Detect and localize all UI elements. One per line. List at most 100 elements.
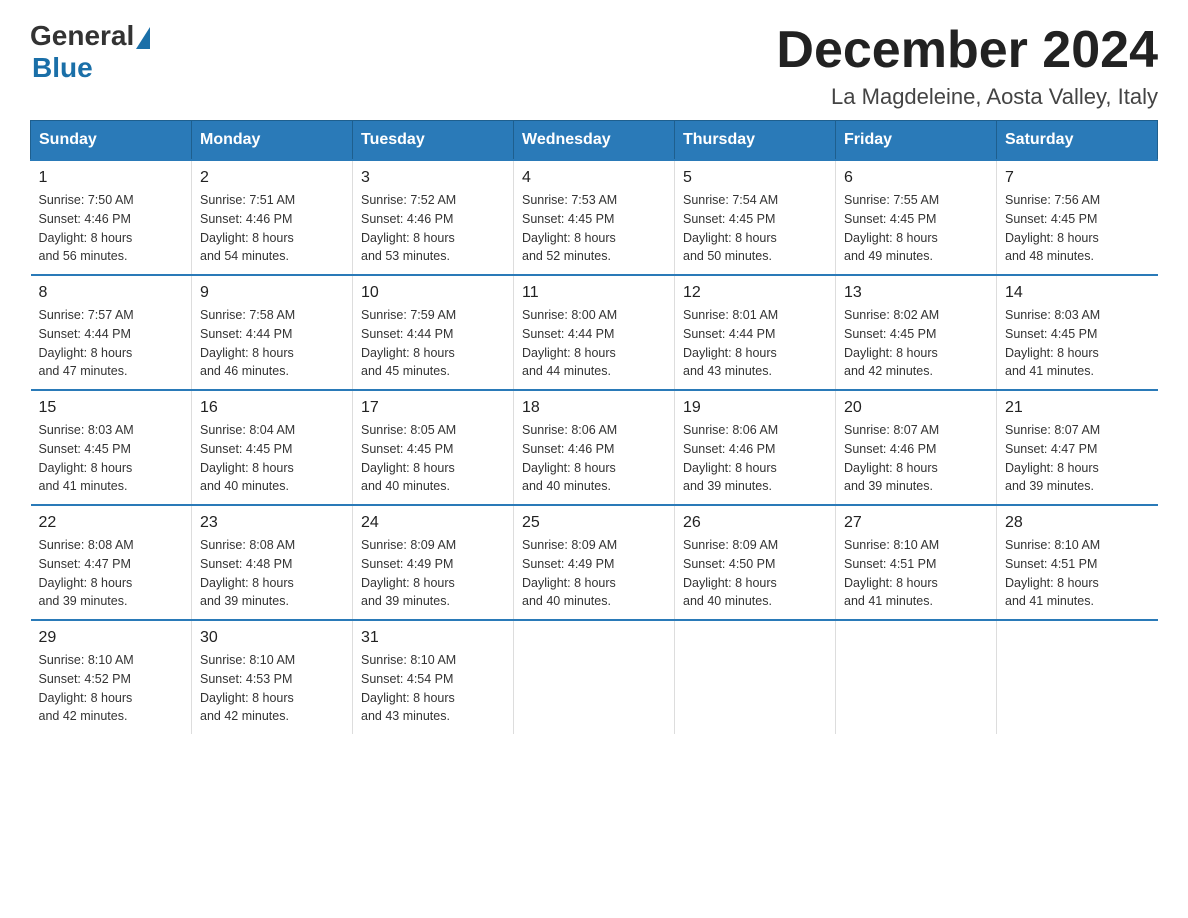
day-info: Sunrise: 8:09 AM Sunset: 4:49 PM Dayligh… <box>361 536 505 611</box>
day-info: Sunrise: 7:54 AM Sunset: 4:45 PM Dayligh… <box>683 191 827 266</box>
day-info: Sunrise: 8:10 AM Sunset: 4:54 PM Dayligh… <box>361 651 505 726</box>
day-number: 22 <box>39 514 184 532</box>
calendar-cell: 11 Sunrise: 8:00 AM Sunset: 4:44 PM Dayl… <box>514 275 675 390</box>
calendar-cell: 21 Sunrise: 8:07 AM Sunset: 4:47 PM Dayl… <box>997 390 1158 505</box>
calendar-cell: 8 Sunrise: 7:57 AM Sunset: 4:44 PM Dayli… <box>31 275 192 390</box>
calendar-cell: 12 Sunrise: 8:01 AM Sunset: 4:44 PM Dayl… <box>675 275 836 390</box>
day-number: 11 <box>522 284 666 302</box>
calendar-cell: 28 Sunrise: 8:10 AM Sunset: 4:51 PM Dayl… <box>997 505 1158 620</box>
calendar-cell: 13 Sunrise: 8:02 AM Sunset: 4:45 PM Dayl… <box>836 275 997 390</box>
calendar-cell: 19 Sunrise: 8:06 AM Sunset: 4:46 PM Dayl… <box>675 390 836 505</box>
calendar-cell: 30 Sunrise: 8:10 AM Sunset: 4:53 PM Dayl… <box>192 620 353 734</box>
calendar-header-row: SundayMondayTuesdayWednesdayThursdayFrid… <box>31 121 1158 161</box>
day-info: Sunrise: 7:58 AM Sunset: 4:44 PM Dayligh… <box>200 306 344 381</box>
header-monday: Monday <box>192 121 353 161</box>
day-info: Sunrise: 7:51 AM Sunset: 4:46 PM Dayligh… <box>200 191 344 266</box>
day-info: Sunrise: 8:10 AM Sunset: 4:52 PM Dayligh… <box>39 651 184 726</box>
calendar-cell: 16 Sunrise: 8:04 AM Sunset: 4:45 PM Dayl… <box>192 390 353 505</box>
calendar-cell: 7 Sunrise: 7:56 AM Sunset: 4:45 PM Dayli… <box>997 160 1158 275</box>
calendar-cell: 27 Sunrise: 8:10 AM Sunset: 4:51 PM Dayl… <box>836 505 997 620</box>
day-number: 4 <box>522 169 666 187</box>
day-number: 3 <box>361 169 505 187</box>
location-subtitle: La Magdeleine, Aosta Valley, Italy <box>776 84 1158 110</box>
day-info: Sunrise: 7:53 AM Sunset: 4:45 PM Dayligh… <box>522 191 666 266</box>
day-number: 24 <box>361 514 505 532</box>
calendar-cell: 31 Sunrise: 8:10 AM Sunset: 4:54 PM Dayl… <box>353 620 514 734</box>
header-wednesday: Wednesday <box>514 121 675 161</box>
calendar-cell: 23 Sunrise: 8:08 AM Sunset: 4:48 PM Dayl… <box>192 505 353 620</box>
day-number: 13 <box>844 284 988 302</box>
day-info: Sunrise: 8:09 AM Sunset: 4:50 PM Dayligh… <box>683 536 827 611</box>
calendar-week-row: 8 Sunrise: 7:57 AM Sunset: 4:44 PM Dayli… <box>31 275 1158 390</box>
calendar-cell: 6 Sunrise: 7:55 AM Sunset: 4:45 PM Dayli… <box>836 160 997 275</box>
day-info: Sunrise: 7:56 AM Sunset: 4:45 PM Dayligh… <box>1005 191 1150 266</box>
day-number: 10 <box>361 284 505 302</box>
calendar-cell: 18 Sunrise: 8:06 AM Sunset: 4:46 PM Dayl… <box>514 390 675 505</box>
day-info: Sunrise: 7:50 AM Sunset: 4:46 PM Dayligh… <box>39 191 184 266</box>
header-tuesday: Tuesday <box>353 121 514 161</box>
header-saturday: Saturday <box>997 121 1158 161</box>
calendar-cell: 15 Sunrise: 8:03 AM Sunset: 4:45 PM Dayl… <box>31 390 192 505</box>
day-number: 5 <box>683 169 827 187</box>
day-info: Sunrise: 8:08 AM Sunset: 4:47 PM Dayligh… <box>39 536 184 611</box>
day-number: 31 <box>361 629 505 647</box>
day-number: 16 <box>200 399 344 417</box>
day-info: Sunrise: 8:08 AM Sunset: 4:48 PM Dayligh… <box>200 536 344 611</box>
calendar-cell: 10 Sunrise: 7:59 AM Sunset: 4:44 PM Dayl… <box>353 275 514 390</box>
day-info: Sunrise: 8:02 AM Sunset: 4:45 PM Dayligh… <box>844 306 988 381</box>
calendar-cell: 9 Sunrise: 7:58 AM Sunset: 4:44 PM Dayli… <box>192 275 353 390</box>
calendar-cell: 29 Sunrise: 8:10 AM Sunset: 4:52 PM Dayl… <box>31 620 192 734</box>
day-number: 17 <box>361 399 505 417</box>
day-info: Sunrise: 8:05 AM Sunset: 4:45 PM Dayligh… <box>361 421 505 496</box>
calendar-cell: 5 Sunrise: 7:54 AM Sunset: 4:45 PM Dayli… <box>675 160 836 275</box>
calendar-cell: 25 Sunrise: 8:09 AM Sunset: 4:49 PM Dayl… <box>514 505 675 620</box>
calendar-cell <box>997 620 1158 734</box>
day-info: Sunrise: 8:00 AM Sunset: 4:44 PM Dayligh… <box>522 306 666 381</box>
page-header: General Blue December 2024 La Magdeleine… <box>30 20 1158 110</box>
day-info: Sunrise: 8:04 AM Sunset: 4:45 PM Dayligh… <box>200 421 344 496</box>
calendar-cell: 1 Sunrise: 7:50 AM Sunset: 4:46 PM Dayli… <box>31 160 192 275</box>
calendar-cell: 2 Sunrise: 7:51 AM Sunset: 4:46 PM Dayli… <box>192 160 353 275</box>
day-number: 19 <box>683 399 827 417</box>
day-number: 27 <box>844 514 988 532</box>
day-info: Sunrise: 8:07 AM Sunset: 4:46 PM Dayligh… <box>844 421 988 496</box>
day-number: 9 <box>200 284 344 302</box>
day-number: 28 <box>1005 514 1150 532</box>
day-info: Sunrise: 7:59 AM Sunset: 4:44 PM Dayligh… <box>361 306 505 381</box>
day-number: 1 <box>39 169 184 187</box>
calendar-week-row: 22 Sunrise: 8:08 AM Sunset: 4:47 PM Dayl… <box>31 505 1158 620</box>
calendar-cell <box>836 620 997 734</box>
calendar-cell: 20 Sunrise: 8:07 AM Sunset: 4:46 PM Dayl… <box>836 390 997 505</box>
day-number: 14 <box>1005 284 1150 302</box>
calendar-cell: 17 Sunrise: 8:05 AM Sunset: 4:45 PM Dayl… <box>353 390 514 505</box>
day-number: 7 <box>1005 169 1150 187</box>
day-number: 23 <box>200 514 344 532</box>
day-info: Sunrise: 8:07 AM Sunset: 4:47 PM Dayligh… <box>1005 421 1150 496</box>
calendar-week-row: 29 Sunrise: 8:10 AM Sunset: 4:52 PM Dayl… <box>31 620 1158 734</box>
day-info: Sunrise: 8:06 AM Sunset: 4:46 PM Dayligh… <box>683 421 827 496</box>
header-sunday: Sunday <box>31 121 192 161</box>
calendar-week-row: 1 Sunrise: 7:50 AM Sunset: 4:46 PM Dayli… <box>31 160 1158 275</box>
day-info: Sunrise: 8:03 AM Sunset: 4:45 PM Dayligh… <box>39 421 184 496</box>
day-info: Sunrise: 8:09 AM Sunset: 4:49 PM Dayligh… <box>522 536 666 611</box>
calendar-week-row: 15 Sunrise: 8:03 AM Sunset: 4:45 PM Dayl… <box>31 390 1158 505</box>
day-number: 30 <box>200 629 344 647</box>
calendar-cell <box>675 620 836 734</box>
logo-general-text: General <box>30 20 134 52</box>
day-number: 29 <box>39 629 184 647</box>
header-thursday: Thursday <box>675 121 836 161</box>
header-friday: Friday <box>836 121 997 161</box>
calendar-cell: 3 Sunrise: 7:52 AM Sunset: 4:46 PM Dayli… <box>353 160 514 275</box>
day-info: Sunrise: 8:01 AM Sunset: 4:44 PM Dayligh… <box>683 306 827 381</box>
day-info: Sunrise: 8:10 AM Sunset: 4:53 PM Dayligh… <box>200 651 344 726</box>
logo: General Blue <box>30 20 150 84</box>
calendar-cell: 24 Sunrise: 8:09 AM Sunset: 4:49 PM Dayl… <box>353 505 514 620</box>
page-title: December 2024 <box>776 20 1158 80</box>
logo-blue-text: Blue <box>32 52 93 84</box>
calendar-cell: 14 Sunrise: 8:03 AM Sunset: 4:45 PM Dayl… <box>997 275 1158 390</box>
title-section: December 2024 La Magdeleine, Aosta Valle… <box>776 20 1158 110</box>
calendar-cell: 26 Sunrise: 8:09 AM Sunset: 4:50 PM Dayl… <box>675 505 836 620</box>
day-number: 18 <box>522 399 666 417</box>
calendar-cell: 22 Sunrise: 8:08 AM Sunset: 4:47 PM Dayl… <box>31 505 192 620</box>
day-number: 2 <box>200 169 344 187</box>
